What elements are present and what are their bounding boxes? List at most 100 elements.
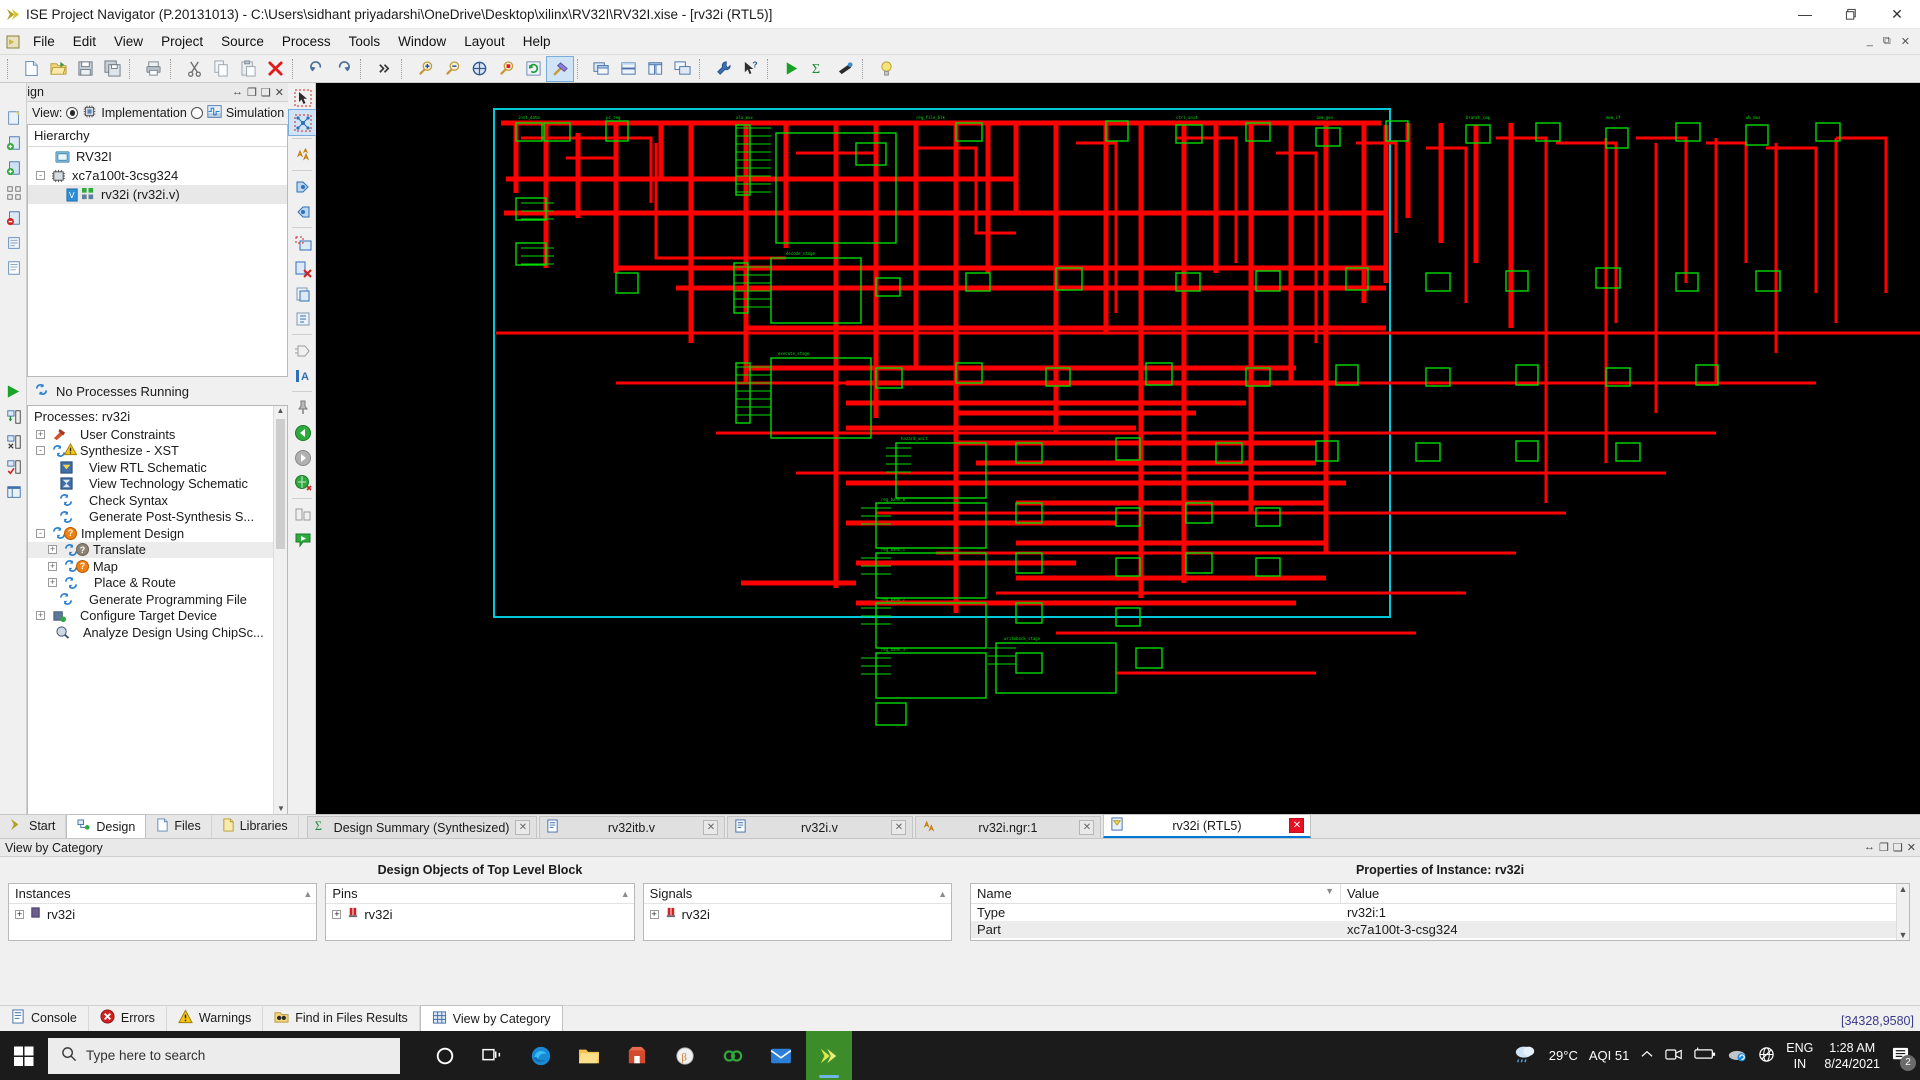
scroll-up-icon[interactable]: ▲ [274, 406, 287, 417]
search-input[interactable]: Type here to search [48, 1037, 400, 1074]
select-pointer-icon[interactable] [289, 85, 316, 110]
tile-horizontal-icon[interactable] [615, 57, 641, 81]
weather-aqi[interactable]: AQI 51 [1589, 1048, 1629, 1063]
sort-ascending-icon[interactable]: ▲ [621, 889, 630, 899]
autoconnect-icon[interactable] [289, 142, 316, 167]
start-marker-icon[interactable] [289, 527, 316, 552]
doc-tab-rv32itb-v[interactable]: rv32itb.v ✕ [539, 816, 726, 838]
start-button[interactable] [0, 1031, 48, 1080]
simulation-radio[interactable] [190, 107, 203, 119]
process-row-configure-target-device[interactable]: + Configure Target Device [28, 608, 287, 625]
signals-column[interactable]: Signals ▲ + rv32i [642, 883, 952, 941]
implementation-radio[interactable] [66, 107, 79, 119]
microsoft-store-icon[interactable] [614, 1031, 660, 1080]
menu-source[interactable]: Source [212, 31, 273, 52]
instances-header[interactable]: Instances ▲ [9, 884, 317, 904]
table-row[interactable]: OriginalSymbol rv32i [971, 938, 1909, 940]
rerun-all-icon[interactable] [0, 429, 27, 454]
implement-top-icon[interactable] [0, 404, 27, 429]
paste-sheet-icon[interactable] [289, 306, 316, 331]
tree-expander[interactable]: - [36, 171, 45, 180]
copy-sheet-icon[interactable] [289, 281, 316, 306]
list-item[interactable]: + rv32i [326, 904, 633, 924]
tab-design[interactable]: Design [66, 814, 147, 839]
table-row[interactable]: Part xc7a100t-3-csg324 [971, 921, 1909, 938]
save-all-icon[interactable] [99, 57, 125, 81]
run-icon[interactable] [778, 57, 804, 81]
media-player-icon[interactable]: β [662, 1031, 708, 1080]
instances-column[interactable]: Instances ▲ + rv32i [8, 883, 318, 941]
back-icon[interactable] [289, 420, 316, 445]
menu-edit[interactable]: Edit [64, 31, 105, 52]
mail-icon[interactable] [758, 1031, 804, 1080]
add-copy-source-icon[interactable] [0, 155, 27, 180]
clock[interactable]: 1:28 AM 8/24/2021 [1824, 1040, 1880, 1072]
dock-close-button[interactable]: ✕ [1907, 841, 1916, 854]
refresh-world-icon[interactable] [289, 470, 316, 495]
properties-name-header[interactable]: Name ▼ [971, 884, 1341, 903]
doc-tab-close-button[interactable]: ✕ [1289, 818, 1305, 833]
open-folder-icon[interactable] [45, 57, 71, 81]
menu-file[interactable]: File [24, 31, 64, 52]
toggle-net-icon[interactable] [288, 109, 317, 136]
wrench-icon[interactable] [710, 57, 736, 81]
doc-tab-rv32i-rtl5[interactable]: rv32i (RTL5) ✕ [1103, 814, 1312, 838]
tile-windows-icon[interactable] [588, 57, 614, 81]
console-tab-view-by-category[interactable]: View by Category [419, 1005, 563, 1032]
menu-help[interactable]: Help [514, 31, 560, 52]
onedrive-icon[interactable] [1727, 1047, 1747, 1065]
zoom-in-icon[interactable] [412, 57, 438, 81]
add-text-icon[interactable]: A [289, 363, 316, 388]
tab-libraries[interactable]: Libraries [212, 814, 299, 838]
notification-icon[interactable]: 2 [1891, 1046, 1916, 1071]
zoom-fit-icon[interactable] [466, 57, 492, 81]
tile-vertical-icon[interactable] [642, 57, 668, 81]
tab-start[interactable]: Start [0, 814, 67, 838]
tree-expander[interactable]: + [332, 909, 342, 919]
scroll-up-icon[interactable]: ▲ [1899, 884, 1908, 894]
process-row-check-syntax[interactable]: Check Syntax [28, 492, 287, 509]
list-item[interactable]: + rv32i [644, 904, 951, 924]
tree-row[interactable]: - xc7a100t-3csg324 [28, 166, 287, 185]
tab-files[interactable]: Files [146, 814, 212, 838]
tree-expander[interactable]: + [48, 561, 57, 571]
file-explorer-icon[interactable] [566, 1031, 612, 1080]
process-row-user-constraints[interactable]: + User Constraints [28, 426, 287, 443]
scrollbar-thumb[interactable] [276, 419, 285, 549]
cut-icon[interactable] [181, 57, 207, 81]
redo-icon[interactable] [330, 57, 356, 81]
doc-tab-close-button[interactable]: ✕ [515, 820, 531, 835]
panel-maximize-button[interactable]: ❑ [261, 86, 271, 99]
new-source-icon[interactable] [0, 105, 27, 130]
cascade-icon[interactable] [669, 57, 695, 81]
hierarchy-tree[interactable]: Hierarchy RV32I - xc7a100t-3csg324 V rv3… [27, 124, 288, 377]
copy-icon[interactable] [208, 57, 234, 81]
process-row-generate-programming-file[interactable]: Generate Programming File [28, 591, 287, 608]
report-icon[interactable] [0, 255, 27, 280]
tree-expander[interactable]: + [48, 545, 57, 555]
tree-expander[interactable]: - [36, 446, 45, 456]
ise-navigator-icon[interactable] [806, 1031, 852, 1080]
tree-row-rv32i[interactable]: V rv32i (rv32i.v) [28, 185, 287, 204]
process-row-translate[interactable]: + ? Translate [28, 541, 287, 558]
process-row-synthesize-xst[interactable]: - Synthesize - XST [28, 442, 287, 460]
pins-column[interactable]: Pins ▲ + rv32i [325, 883, 635, 941]
tree-expander[interactable]: + [15, 909, 24, 919]
telescope-icon[interactable] [832, 57, 858, 81]
menu-view[interactable]: View [105, 31, 152, 52]
menu-window[interactable]: Window [389, 31, 455, 52]
remove-source-icon[interactable] [0, 205, 27, 230]
refresh-icon[interactable] [520, 57, 546, 81]
zoom-in-left-icon[interactable] [289, 174, 316, 199]
tree-row[interactable]: RV32I [28, 147, 287, 166]
properties-value-header[interactable]: Value [1341, 884, 1385, 903]
save-icon[interactable] [72, 57, 98, 81]
close-button[interactable]: ✕ [1874, 0, 1920, 29]
doc-tab-close-button[interactable]: ✕ [891, 820, 907, 835]
process-row-implement-design[interactable]: - ? Implement Design [28, 525, 287, 542]
mdi-minimize-button[interactable]: _ [1863, 34, 1877, 49]
panel-float-button[interactable]: ❐ [247, 86, 257, 99]
pin-icon[interactable] [289, 395, 316, 420]
menu-process[interactable]: Process [273, 31, 340, 52]
doc-tab-close-button[interactable]: ✕ [703, 820, 719, 835]
